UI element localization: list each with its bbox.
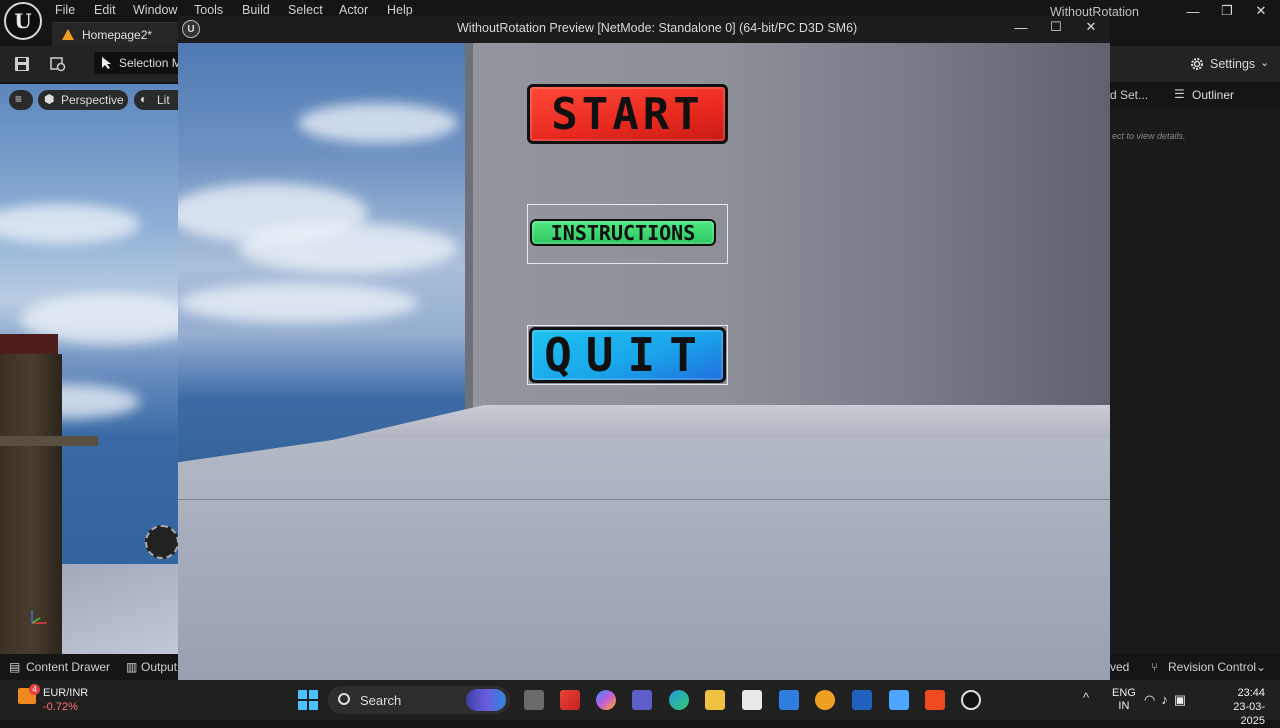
notepad-icon[interactable] (889, 690, 909, 710)
lit-sphere-icon: ◐ (140, 92, 148, 106)
cursor-icon (102, 57, 111, 69)
currency-pair: EUR/INR (43, 687, 89, 699)
wifi-volume-battery-icon[interactable]: ◠♪▣ (1144, 692, 1192, 708)
output-log-icon: ▥ (126, 660, 138, 674)
start-button[interactable]: START (527, 84, 728, 144)
chevron-down-icon: ⌄ (1260, 57, 1270, 69)
chevron-up-icon[interactable]: ^ (1083, 690, 1089, 705)
minimize-icon[interactable]: — (1178, 2, 1208, 20)
details-hint: ect to view details. (1112, 131, 1186, 141)
right-panel-tabs: d Set... ☰ Outliner (1110, 82, 1280, 108)
medal-app-icon[interactable] (815, 690, 835, 710)
settings-label: Settings (1210, 57, 1256, 71)
brave-icon[interactable] (925, 690, 945, 710)
clock[interactable]: 23:44 23-03-2025 (1213, 686, 1265, 728)
search-highlight-icon (466, 689, 506, 711)
cube-icon: ⬢ (44, 92, 55, 106)
maximize-icon[interactable]: ☐ (1041, 17, 1071, 37)
windows-start-icon[interactable] (298, 690, 318, 710)
warning-icon (62, 29, 74, 40)
chevron-down-icon: ⌄ (1256, 660, 1267, 674)
floor-seam (178, 499, 1110, 500)
restore-icon[interactable]: ❐ (1212, 2, 1242, 20)
close-icon[interactable]: ✕ (1246, 2, 1276, 20)
pen-app-icon[interactable] (779, 690, 799, 710)
revision-control-button[interactable]: Revision Control (1168, 660, 1256, 674)
wall-edge (465, 43, 473, 411)
camera-joystick-icon[interactable] (145, 525, 179, 559)
save-icon[interactable] (14, 56, 30, 72)
tab-outliner[interactable]: Outliner (1192, 88, 1234, 102)
wooden-plank (0, 436, 98, 446)
microsoft-store-icon[interactable] (742, 690, 762, 710)
start-button-label: START (527, 84, 728, 144)
teams-icon[interactable] (632, 690, 652, 710)
unreal-logo-icon: U (182, 20, 200, 38)
perspective-label: Perspective (61, 93, 124, 107)
minimize-icon[interactable]: — (1006, 17, 1036, 37)
clock-time: 23:44 (1237, 687, 1265, 699)
menu-help[interactable]: Help (387, 3, 413, 17)
clock-date: 23-03-2025 (1233, 701, 1265, 727)
content-browser-icon[interactable] (50, 56, 66, 72)
close-icon[interactable]: ✕ (1076, 17, 1106, 37)
unreal-engine-icon[interactable] (961, 690, 981, 710)
preview-window-title: WithoutRotation Preview [NetMode: Standa… (457, 21, 858, 35)
menu-window[interactable]: Window (133, 3, 177, 17)
instructions-button[interactable]: INSTRUCTIONS (527, 204, 728, 264)
notification-badge: 4 (29, 684, 40, 695)
menu-edit[interactable]: Edit (94, 3, 116, 17)
axis-gizmo-icon (31, 610, 47, 624)
level-tab-label: Homepage2* (82, 28, 153, 42)
floor-plane (178, 438, 1110, 680)
revision-control-icon: ⑂ (1151, 660, 1159, 674)
edge-icon[interactable] (669, 690, 689, 710)
lens-app-icon[interactable] (852, 690, 872, 710)
tab-world-settings[interactable]: d Set... (1110, 88, 1148, 102)
copilot-icon[interactable] (596, 690, 616, 710)
level-tab[interactable]: Homepage2* (52, 22, 178, 46)
perspective-button[interactable]: ⬢ Perspective (38, 90, 128, 110)
viewport-menu-button[interactable]: ≡ (9, 90, 33, 110)
quit-button[interactable]: QUIT (527, 325, 728, 385)
lit-button[interactable]: ◐ Lit (134, 90, 178, 110)
selection-mode-dropdown[interactable]: Selection M (94, 52, 184, 74)
gear-icon (1191, 58, 1203, 70)
menu-build[interactable]: Build (242, 3, 270, 17)
menu-select[interactable]: Select (288, 3, 323, 17)
save-status: ved (1110, 660, 1130, 674)
selection-mode-label: Selection M (119, 56, 182, 70)
gmail-icon[interactable] (560, 690, 580, 710)
level-viewport[interactable] (0, 84, 178, 654)
currency-change: -0.72% (43, 701, 78, 713)
menu-actor[interactable]: Actor (339, 3, 368, 17)
content-drawer-icon: ▤ (9, 660, 21, 674)
wall-ledge (328, 405, 1110, 441)
details-panel (1110, 82, 1280, 654)
content-drawer-button[interactable]: Content Drawer (26, 660, 110, 674)
region-code: IN (1118, 700, 1130, 712)
quit-button-label: QUIT (529, 327, 726, 383)
hamburger-icon: ≡ (15, 92, 23, 106)
output-log-button[interactable]: Output (141, 660, 177, 674)
outliner-icon: ☰ (1174, 87, 1185, 101)
file-explorer-icon[interactable] (705, 690, 725, 710)
taskbar-search[interactable]: Search (328, 686, 510, 714)
input-language[interactable]: ENG IN (1112, 687, 1136, 713)
search-icon (338, 693, 350, 705)
lit-label: Lit (157, 93, 170, 107)
task-view-icon[interactable] (524, 690, 544, 710)
unreal-logo-icon[interactable]: U (4, 2, 42, 40)
menu-file[interactable]: File (55, 3, 75, 17)
instructions-button-label: INSTRUCTIONS (530, 219, 716, 246)
search-label: Search (360, 693, 402, 708)
menu-tools[interactable]: Tools (194, 3, 223, 17)
language-code: ENG (1112, 687, 1136, 699)
